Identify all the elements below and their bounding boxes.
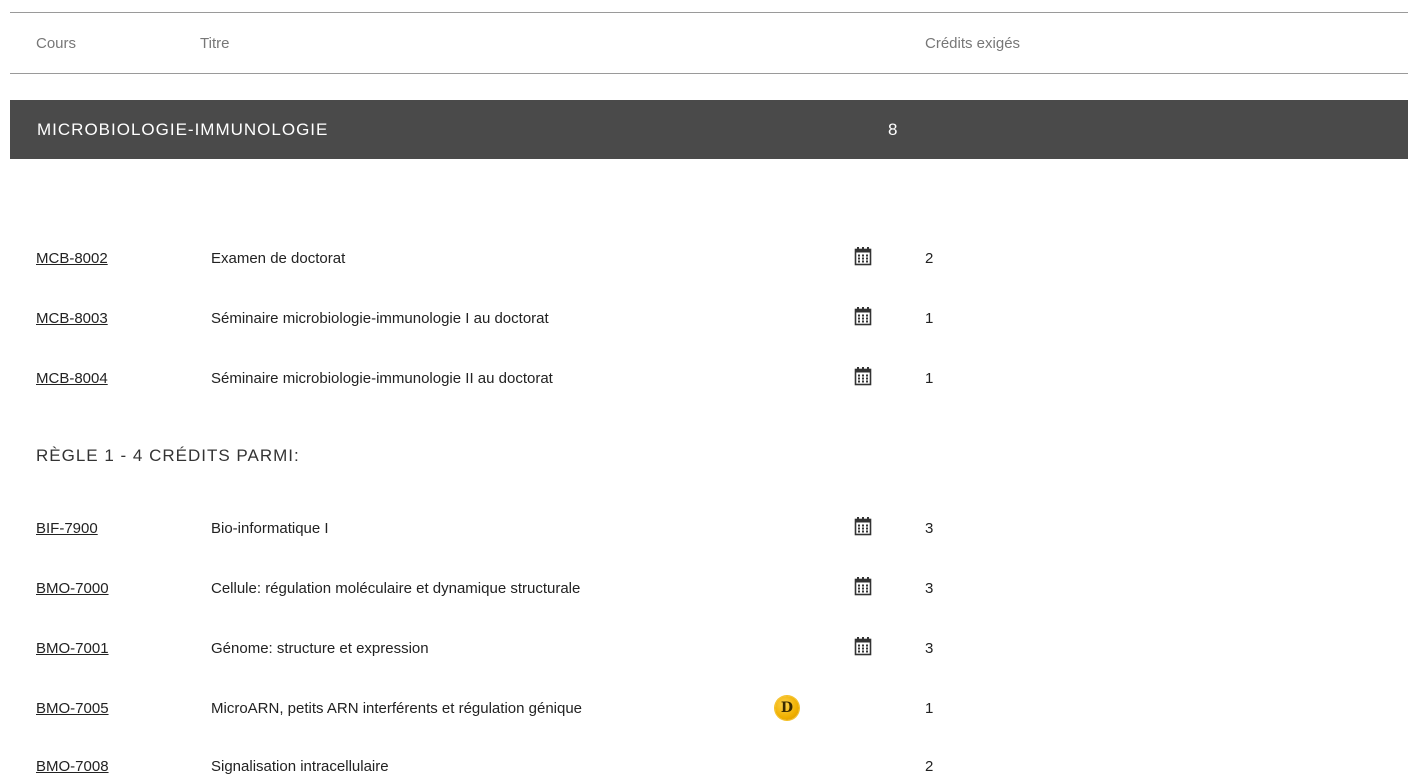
- course-code-link[interactable]: BMO-7001: [36, 640, 109, 657]
- course-credits: 1: [925, 370, 934, 387]
- course-title: Signalisation intracellulaire: [211, 758, 389, 775]
- course-row: MCB-8003 Séminaire microbiologie-immunol…: [0, 306, 1408, 330]
- calendar-icon[interactable]: [854, 516, 874, 536]
- course-title: Cellule: régulation moléculaire et dynam…: [211, 580, 581, 597]
- course-code-link[interactable]: BMO-7008: [36, 758, 109, 775]
- calendar-icon[interactable]: [854, 576, 874, 596]
- table-header: Cours Titre Crédits exigés: [10, 12, 1408, 74]
- calendar-icon[interactable]: [854, 636, 874, 656]
- course-title: MicroARN, petits ARN interférents et rég…: [211, 700, 583, 717]
- course-title: Séminaire microbiologie-immunologie II a…: [211, 370, 553, 387]
- calendar-icon[interactable]: [854, 366, 874, 386]
- course-credits: 1: [925, 700, 934, 717]
- course-title: Séminaire microbiologie-immunologie I au…: [211, 310, 549, 327]
- course-row: MCB-8004 Séminaire microbiologie-immunol…: [0, 366, 1408, 390]
- course-credits: 3: [925, 580, 934, 597]
- column-header-title: Titre: [200, 35, 230, 52]
- course-credits: 3: [925, 520, 934, 537]
- course-row: BMO-7005 MicroARN, petits ARN interféren…: [0, 696, 1408, 720]
- course-code-link[interactable]: BIF-7900: [36, 520, 98, 537]
- course-credits: 1: [925, 310, 934, 327]
- course-code-link[interactable]: MCB-8003: [36, 310, 108, 327]
- course-title: Examen de doctorat: [211, 250, 346, 267]
- rule-heading: RÈGLE 1 - 4 CRÉDITS PARMI:: [36, 446, 300, 465]
- column-header-credits: Crédits exigés: [925, 35, 1021, 52]
- calendar-icon[interactable]: [854, 306, 874, 326]
- course-row: BMO-7000 Cellule: régulation moléculaire…: [0, 576, 1408, 600]
- course-code-link[interactable]: MCB-8002: [36, 250, 108, 267]
- course-row: BMO-7008 Signalisation intracellulaire 2: [0, 756, 1408, 776]
- course-code-link[interactable]: BMO-7005: [36, 700, 109, 717]
- course-row: BMO-7001 Génome: structure et expression…: [0, 636, 1408, 660]
- column-header-course: Cours: [36, 35, 77, 52]
- course-title: Génome: structure et expression: [211, 640, 429, 657]
- course-credits: 2: [925, 250, 934, 267]
- course-code-link[interactable]: BMO-7000: [36, 580, 109, 597]
- section-header: MICROBIOLOGIE-IMMUNOLOGIE 8: [10, 100, 1408, 159]
- section-title: MICROBIOLOGIE-IMMUNOLOGIE: [37, 120, 329, 139]
- section-credits: 8: [888, 120, 898, 139]
- course-code-link[interactable]: MCB-8004: [36, 370, 108, 387]
- course-row: BIF-7900 Bio-informatique I 3: [0, 516, 1408, 540]
- course-title: Bio-informatique I: [211, 520, 329, 537]
- course-credits: 3: [925, 640, 934, 657]
- course-credits: 2: [925, 758, 934, 775]
- course-row: MCB-8002 Examen de doctorat 2: [0, 246, 1408, 270]
- calendar-icon[interactable]: [854, 246, 874, 266]
- course-list-page: Cours Titre Crédits exigés MICROBIOLOGIE…: [0, 0, 1408, 776]
- d-badge-icon[interactable]: D: [775, 696, 799, 720]
